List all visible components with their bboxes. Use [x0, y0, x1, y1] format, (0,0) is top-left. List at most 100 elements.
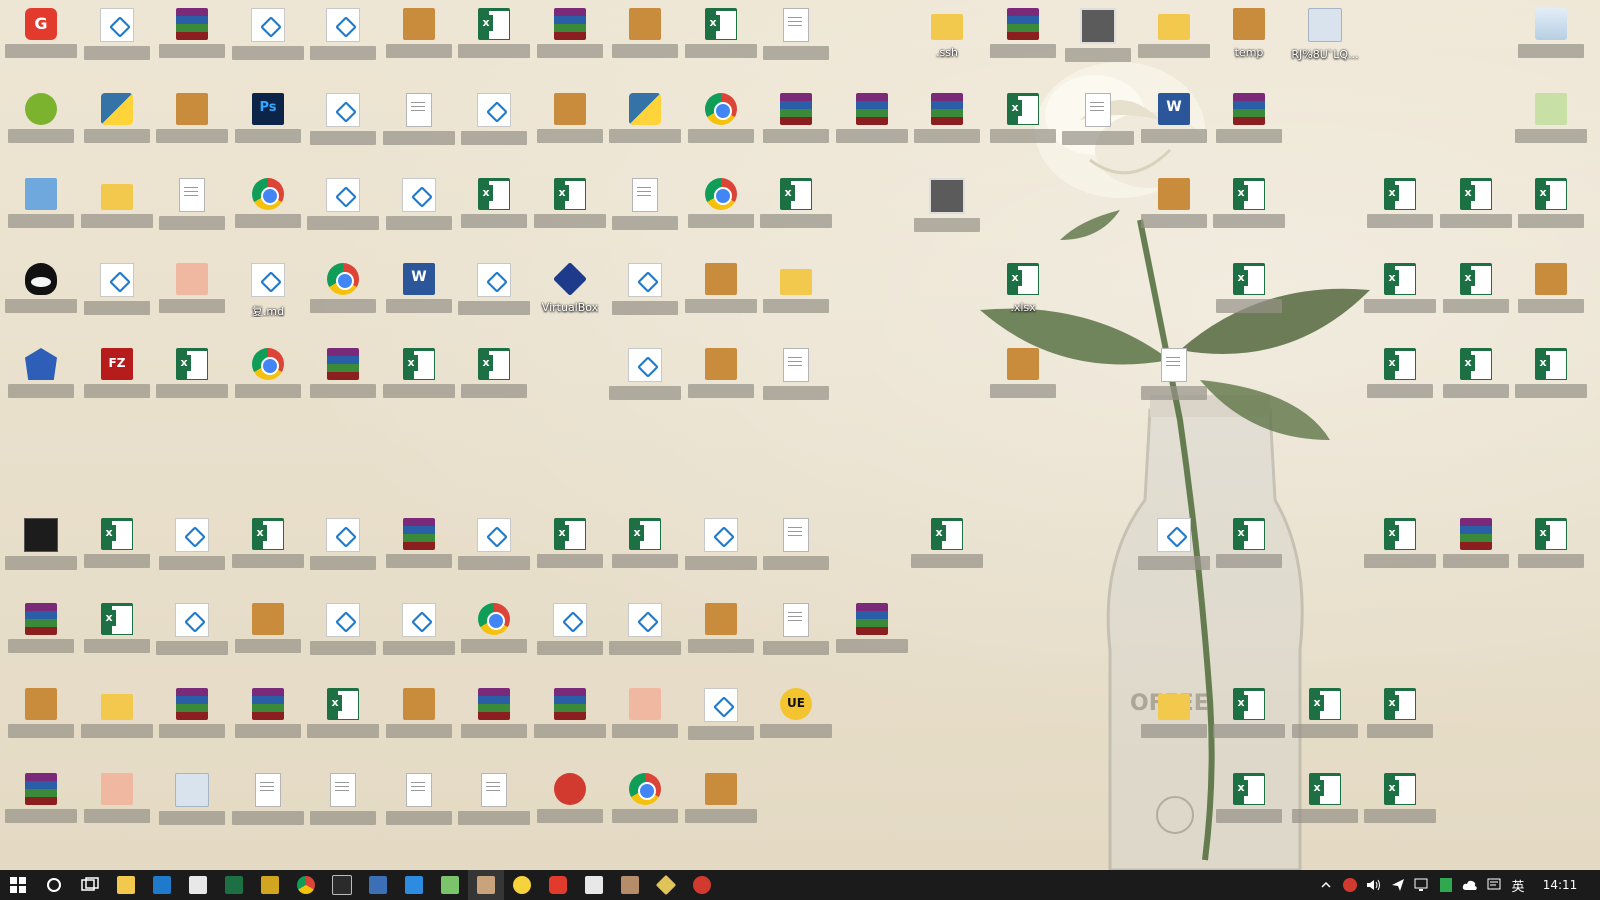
desktop-icon[interactable] — [759, 257, 833, 339]
desktop-icon[interactable] — [1363, 172, 1437, 254]
taskbar-store[interactable] — [180, 870, 216, 900]
desktop-icon[interactable] — [1439, 257, 1513, 339]
desktop-icon[interactable] — [1439, 512, 1513, 594]
desktop-icon[interactable] — [155, 172, 229, 254]
desktop-icon[interactable] — [231, 342, 305, 424]
desktop-icon[interactable] — [1363, 512, 1437, 594]
desktop-icon[interactable] — [382, 2, 456, 84]
taskbar-excel[interactable] — [216, 870, 252, 900]
desktop-icon[interactable] — [608, 2, 682, 84]
desktop-icon[interactable] — [155, 512, 229, 594]
desktop-icon[interactable] — [1439, 342, 1513, 424]
desktop-icon[interactable] — [1363, 342, 1437, 424]
desktop-icon[interactable] — [382, 682, 456, 764]
desktop-icon[interactable] — [1288, 767, 1362, 849]
desktop-icon[interactable] — [80, 257, 154, 339]
desktop-icon[interactable] — [533, 767, 607, 849]
desktop-icon[interactable] — [835, 87, 909, 169]
desktop-icon[interactable] — [1212, 682, 1286, 764]
desktop-icon[interactable] — [1137, 2, 1211, 84]
desktop-icon[interactable] — [155, 682, 229, 764]
taskbar-terminal[interactable] — [324, 870, 360, 900]
desktop-icon[interactable] — [533, 597, 607, 679]
taskbar-notes[interactable] — [252, 870, 288, 900]
desktop-icon[interactable] — [457, 597, 531, 679]
taskbar-snipping[interactable] — [396, 870, 432, 900]
desktop-icon[interactable]: 复.md — [231, 257, 305, 339]
desktop-icon[interactable] — [80, 597, 154, 679]
desktop-icon[interactable] — [382, 597, 456, 679]
desktop-icon[interactable] — [155, 597, 229, 679]
desktop-icon[interactable] — [759, 342, 833, 424]
desktop-icon[interactable] — [306, 767, 380, 849]
desktop-icon[interactable] — [1061, 87, 1135, 169]
desktop-icon[interactable] — [4, 87, 78, 169]
desktop-icon[interactable] — [986, 342, 1060, 424]
desktop-icon[interactable] — [533, 682, 607, 764]
desktop-icon[interactable] — [306, 257, 380, 339]
desktop-icon[interactable] — [684, 87, 758, 169]
desktop-icon[interactable] — [155, 767, 229, 849]
taskbar-vscode[interactable] — [144, 870, 180, 900]
desktop-icon[interactable] — [759, 2, 833, 84]
desktop-icon[interactable] — [608, 87, 682, 169]
desktop-icon[interactable] — [1363, 682, 1437, 764]
desktop-icon[interactable] — [910, 172, 984, 254]
desktop-icon[interactable] — [155, 87, 229, 169]
desktop-icon[interactable] — [80, 767, 154, 849]
desktop-icon[interactable] — [1137, 342, 1211, 424]
desktop-icon[interactable] — [306, 342, 380, 424]
desktop-icon[interactable] — [457, 682, 531, 764]
desktop-icon[interactable] — [382, 342, 456, 424]
desktop-icon[interactable] — [80, 342, 154, 424]
taskbar-netease[interactable] — [540, 870, 576, 900]
desktop-icon[interactable] — [382, 512, 456, 594]
desktop-icon[interactable] — [382, 257, 456, 339]
desktop-icon[interactable] — [1137, 87, 1211, 169]
taskbar-chrome[interactable] — [288, 870, 324, 900]
taskbar-red-app[interactable] — [684, 870, 720, 900]
task-view-button[interactable] — [72, 870, 108, 900]
desktop-icon[interactable] — [306, 682, 380, 764]
desktop-icon[interactable] — [4, 767, 78, 849]
desktop-icon[interactable] — [1061, 2, 1135, 84]
desktop-icon[interactable] — [457, 342, 531, 424]
desktop-icon[interactable] — [1212, 512, 1286, 594]
desktop-icon[interactable] — [382, 767, 456, 849]
desktop-icon[interactable] — [457, 87, 531, 169]
taskbar-calculator[interactable] — [576, 870, 612, 900]
desktop-icon[interactable] — [4, 257, 78, 339]
desktop-icon[interactable] — [4, 682, 78, 764]
desktop-icon[interactable] — [231, 87, 305, 169]
desktop-icon[interactable] — [684, 767, 758, 849]
desktop-icon[interactable] — [910, 512, 984, 594]
desktop-icon[interactable] — [1514, 172, 1588, 254]
desktop-icon[interactable] — [608, 682, 682, 764]
desktop-icon[interactable] — [4, 597, 78, 679]
desktop-icon[interactable] — [759, 87, 833, 169]
desktop-icon[interactable] — [759, 597, 833, 679]
show-hidden-icons-button[interactable] — [1314, 870, 1338, 900]
desktop-icon[interactable] — [1363, 767, 1437, 849]
desktop-icon[interactable] — [4, 342, 78, 424]
desktop-icon[interactable] — [306, 597, 380, 679]
desktop-icon[interactable] — [1514, 87, 1588, 169]
desktop-icon[interactable] — [608, 172, 682, 254]
desktop-icon[interactable] — [457, 172, 531, 254]
start-button[interactable] — [0, 870, 36, 900]
ime-indicator[interactable]: 英 — [1506, 876, 1530, 895]
taskbar-hand-tool[interactable] — [612, 870, 648, 900]
desktop-icon[interactable] — [80, 512, 154, 594]
desktop-icon[interactable] — [382, 172, 456, 254]
desktop-icon[interactable] — [684, 512, 758, 594]
action-center-button[interactable] — [1482, 870, 1506, 900]
desktop-icon[interactable] — [533, 2, 607, 84]
desktop-icon[interactable] — [155, 2, 229, 84]
desktop-icon[interactable]: .xlsx — [986, 257, 1060, 339]
desktop-icon[interactable] — [457, 257, 531, 339]
desktop-icon[interactable] — [684, 342, 758, 424]
desktop-icon[interactable] — [1288, 682, 1362, 764]
network-button[interactable] — [1410, 870, 1434, 900]
desktop-icon[interactable] — [231, 682, 305, 764]
desktop-icon[interactable] — [533, 87, 607, 169]
